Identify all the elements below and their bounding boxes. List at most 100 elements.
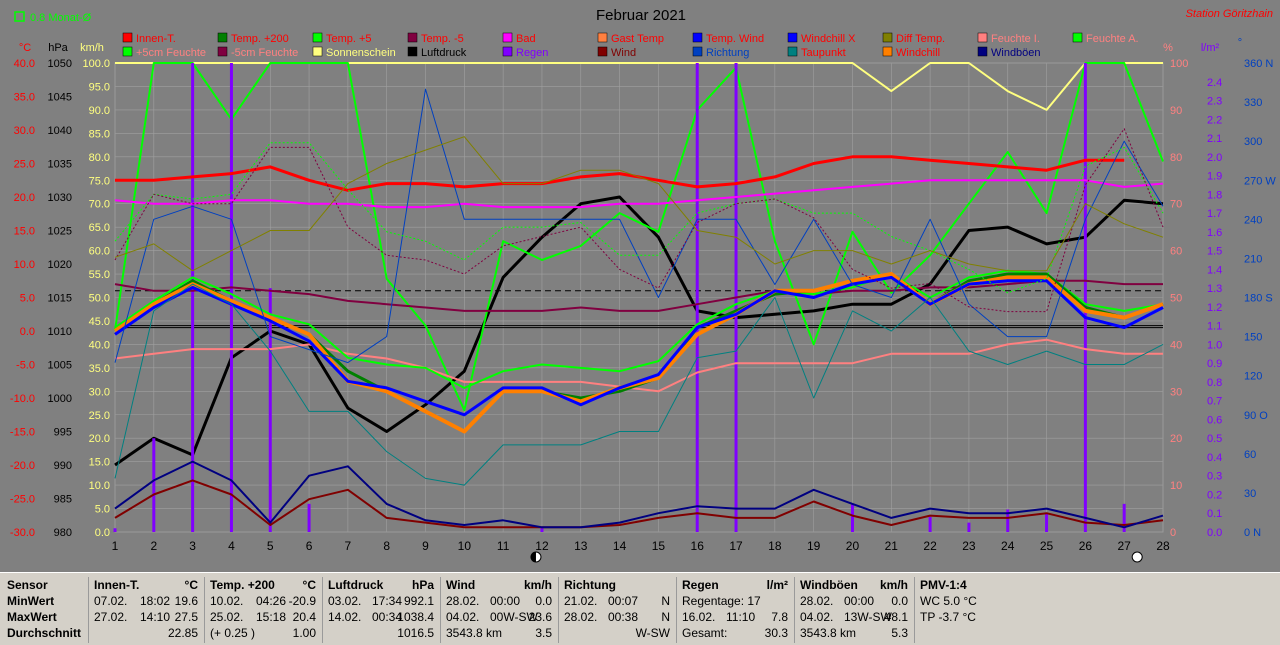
wind-tick: 85.0 (89, 128, 110, 140)
temp-tick: 10.0 (14, 259, 35, 271)
humidity-tick: 100 (1170, 58, 1188, 70)
day-tick: 8 (383, 539, 390, 553)
rain-tick: 0.4 (1207, 452, 1222, 464)
day-tick: 2 (150, 539, 157, 553)
stats-boeen: Windböenkm/h 28.02.00:000.0 04.02.13W-SW… (794, 577, 914, 643)
rain-tick: 1.5 (1207, 246, 1222, 258)
rain-tick: 0.7 (1207, 396, 1222, 408)
rain-tick: 0.0 (1207, 527, 1222, 539)
legend-item: Luftdruck (421, 47, 467, 59)
regen-days: Regentage: 17 (682, 594, 761, 608)
series-line (115, 277, 1163, 414)
wind-tick: 35.0 (89, 363, 110, 375)
series-line (115, 63, 1163, 410)
pressure-tick: 990 (54, 460, 72, 472)
boeen-avg: 5.3 (891, 625, 908, 641)
regen-total: 30.3 (765, 625, 788, 641)
boeen-title: Windböen (800, 578, 858, 592)
legend-swatch (123, 33, 132, 42)
druck-avg: 1016.5 (397, 625, 434, 641)
legend-item: Temp. -5 (421, 33, 464, 45)
wind-tick: 5.0 (95, 504, 110, 516)
rain-tick: 0.8 (1207, 377, 1222, 389)
series-line (115, 180, 1163, 207)
legend-swatch (883, 33, 892, 42)
pressure-tick: 1005 (48, 360, 72, 372)
temp-tick: -25.0 (10, 494, 35, 506)
day-tick: 18 (768, 539, 782, 553)
stats-regen: Regenl/m² Regentage: 17 16.02.11:107.8 G… (676, 577, 794, 643)
rain-tick: 2.4 (1207, 77, 1222, 89)
humidity-unit: % (1163, 42, 1173, 54)
boeen-min-val: 0.0 (891, 593, 908, 609)
humidity-tick: 10 (1170, 480, 1182, 492)
temp-tick: 5.0 (20, 293, 35, 305)
day-tick: 22 (923, 539, 937, 553)
druck-max-date: 14.02. (328, 610, 361, 624)
chart-title: Februar 2021 (596, 7, 686, 24)
legend-item: Temp. +5 (326, 33, 372, 45)
day-tick: 21 (885, 539, 899, 553)
wind-tick: 95.0 (89, 81, 110, 93)
wind-max-val: 23.6 (529, 609, 552, 625)
legend-item: Windchill X (801, 33, 856, 45)
boeen-unit: km/h (880, 577, 908, 593)
temp-tick: -10.0 (10, 393, 35, 405)
wind-tick: 65.0 (89, 222, 110, 234)
wind-tick: 60.0 (89, 246, 110, 258)
temp-tick: -20.0 (10, 460, 35, 472)
richtung-max-time: 00:38 (608, 609, 638, 625)
druck-unit: hPa (412, 577, 434, 593)
legend-swatch (788, 47, 797, 56)
temp200-min-date: 10.02. (210, 594, 243, 608)
wind-tick: 70.0 (89, 199, 110, 211)
innen-max-date: 27.02. (94, 610, 127, 624)
legend-item: Taupunkt (801, 47, 846, 59)
legend-swatch (503, 33, 512, 42)
day-tick: 23 (962, 539, 976, 553)
humidity-tick: 60 (1170, 246, 1182, 258)
direction-tick: 60 (1244, 449, 1256, 461)
innen-min-time: 18:02 (140, 593, 170, 609)
wind-tick: 15.0 (89, 457, 110, 469)
boeen-avg-km: 3543.8 km (800, 626, 856, 640)
direction-tick: 30 (1244, 488, 1256, 500)
day-tick: 16 (691, 539, 705, 553)
day-tick: 12 (535, 539, 549, 553)
legend-item: Wind (611, 47, 636, 59)
wind-tick: 75.0 (89, 175, 110, 187)
regen-title: Regen (682, 578, 719, 592)
regen-max-date: 16.02. (682, 610, 715, 624)
wind-avg-km: 3543.8 km (446, 626, 502, 640)
day-tick: 28 (1156, 539, 1170, 553)
pressure-tick: 995 (54, 427, 72, 439)
rain-tick: 1.4 (1207, 264, 1222, 276)
day-tick: 15 (652, 539, 666, 553)
pressure-tick: 1015 (48, 293, 72, 305)
rain-tick: 0.1 (1207, 508, 1222, 520)
legend-item: Temp. Wind (706, 33, 764, 45)
day-tick: 5 (267, 539, 274, 553)
legend-swatch (693, 33, 702, 42)
rain-tick: 1.9 (1207, 171, 1222, 183)
rain-tick: 1.8 (1207, 189, 1222, 201)
wind-tick: 55.0 (89, 269, 110, 281)
legend-item: Feuchte A. (1086, 33, 1139, 45)
moon-full-icon (1132, 552, 1142, 562)
day-tick: 25 (1040, 539, 1054, 553)
station-name: Station Göritzhain (1186, 8, 1273, 20)
temp200-avg-note: (+ 0.25 ) (210, 626, 255, 640)
temp-tick: 40.0 (14, 58, 35, 70)
richtung-title: Richtung (564, 578, 616, 592)
legend-swatch (313, 33, 322, 42)
rain-tick: 2.0 (1207, 152, 1222, 164)
wind-unit: km/h (524, 577, 552, 593)
innen-min-date: 07.02. (94, 594, 127, 608)
pressure-tick: 985 (54, 494, 72, 506)
temp-unit: °C (19, 42, 31, 54)
wind-tick: 80.0 (89, 152, 110, 164)
day-tick: 4 (228, 539, 235, 553)
stats-temp200: Temp. +200°C 10.02.04:26-20.9 25.02.15:1… (204, 577, 322, 643)
rain-tick: 1.3 (1207, 283, 1222, 295)
richtung-min-date: 21.02. (564, 594, 597, 608)
